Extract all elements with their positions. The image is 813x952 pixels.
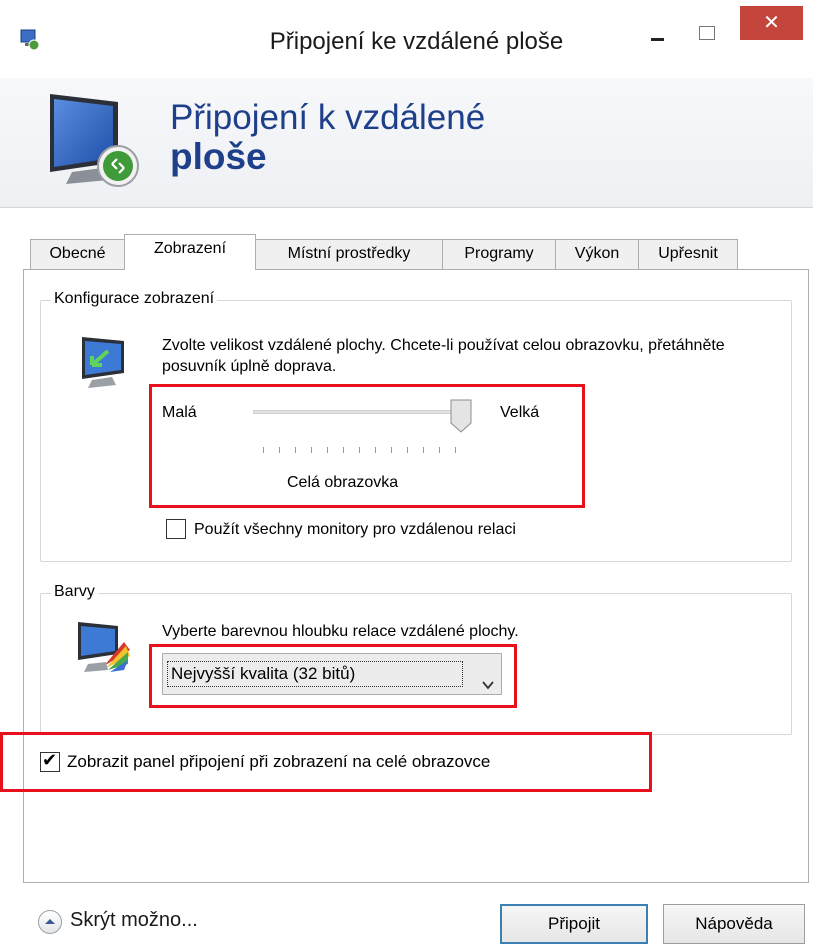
connection-bar-label[interactable]: Zobrazit panel připojení při zobrazení n… <box>67 751 490 772</box>
color-palette-icon <box>76 618 132 681</box>
colors-group-label: Barvy <box>51 583 98 601</box>
tab-obecne[interactable]: Obecné <box>30 239 125 269</box>
color-depth-select[interactable]: Nejvyšší kvalita (32 bitů) <box>162 653 502 695</box>
colors-description: Vyberte barevnou hloubku relace vzdálené… <box>162 623 519 640</box>
window-title: Připojení ke vzdálené ploše <box>269 28 564 55</box>
tab-programy[interactable]: Programy <box>442 239 556 269</box>
help-button[interactable]: Nápověda <box>663 904 805 944</box>
all-monitors-checkbox[interactable] <box>166 519 186 539</box>
title-bar: Připojení ke vzdálené ploše ✕ <box>0 0 813 78</box>
connect-button[interactable]: Připojit <box>500 904 648 944</box>
banner-title-line1: Připojení k vzdálené <box>170 98 486 137</box>
slider-value-label: Celá obrazovka <box>287 474 399 491</box>
header-banner: Připojení k vzdálené ploše <box>0 78 813 208</box>
tab-upresnit[interactable]: Upřesnit <box>638 239 738 269</box>
tab-vykon[interactable]: Výkon <box>555 239 639 269</box>
all-monitors-label[interactable]: Použít všechny monitory pro vzdálenou re… <box>194 519 516 540</box>
banner-title-line2: ploše <box>170 136 267 177</box>
remote-desktop-monitor-icon <box>42 84 162 194</box>
dialog-body: Obecné Zobrazení Místní prostředky Progr… <box>0 208 813 952</box>
maximize-button[interactable] <box>693 22 721 46</box>
slider-tick-marks <box>263 440 463 453</box>
display-config-group-label: Konfigurace zobrazení <box>51 290 218 308</box>
tab-mistni-prostredky[interactable]: Místní prostředky <box>255 239 443 269</box>
options-expander-label[interactable]: Skrýt možno... <box>70 909 198 932</box>
close-button[interactable]: ✕ <box>740 6 803 40</box>
minimize-button[interactable] <box>643 24 673 54</box>
resolution-slider-track[interactable] <box>253 410 458 414</box>
resolution-slider-thumb[interactable] <box>450 399 472 433</box>
chevron-up-icon <box>45 919 55 924</box>
slider-min-label: Malá <box>162 404 197 421</box>
connection-bar-checkbox[interactable] <box>40 750 60 772</box>
options-expander-button[interactable] <box>38 910 62 934</box>
color-depth-selected-value: Nejvyšší kvalita (32 bitů) <box>167 661 463 687</box>
chevron-down-icon <box>481 667 495 690</box>
tab-zobrazeni[interactable]: Zobrazení <box>124 234 256 270</box>
slider-max-label: Velká <box>500 404 540 421</box>
display-description: Zvolte velikost vzdálené plochy. Chcete-… <box>162 337 725 375</box>
display-monitor-icon <box>78 333 128 396</box>
